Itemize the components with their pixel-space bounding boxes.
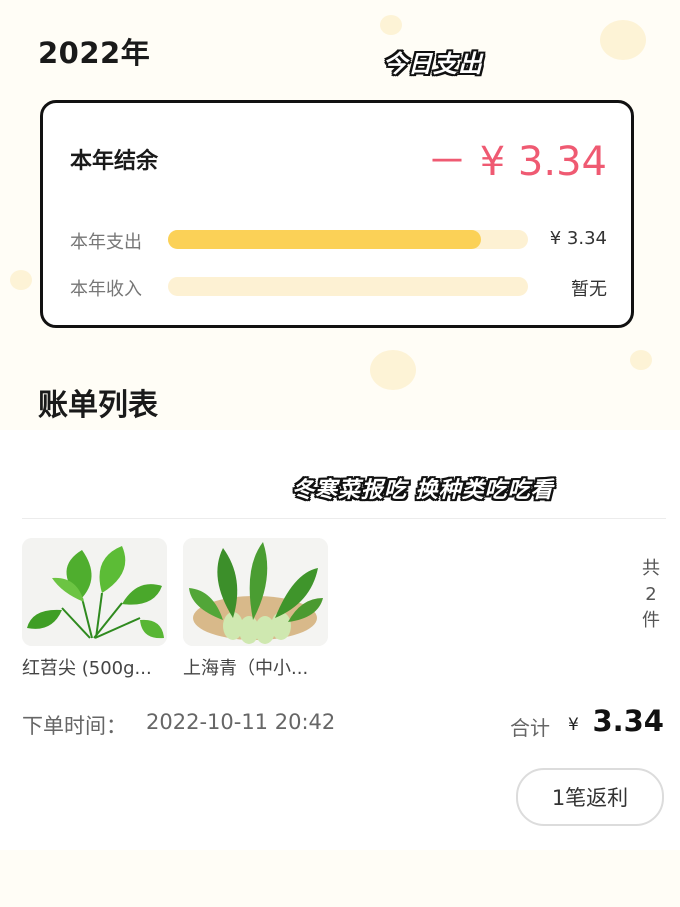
- paw-decoration: [380, 15, 402, 35]
- balance-value: － ¥ 3.34: [427, 139, 607, 185]
- balance-label: 本年结余: [70, 149, 159, 174]
- total-amount: 3.34: [592, 704, 664, 738]
- bok-choy-icon: [183, 538, 328, 646]
- product-name: 上海青（中小...: [183, 658, 309, 679]
- product-thumbnail[interactable]: [22, 538, 167, 646]
- product-name: 红苕尖 (500g...: [22, 658, 152, 679]
- paw-decoration: [630, 350, 652, 370]
- rebate-button[interactable]: 1笔返利: [516, 768, 664, 826]
- item-count-prefix: 共: [642, 558, 660, 579]
- item-count-number: 2: [645, 584, 657, 605]
- income-bar-track: [168, 277, 528, 296]
- item-count-suffix: 件: [642, 610, 660, 631]
- total-label: 合计: [510, 716, 550, 740]
- total-currency: ¥: [568, 715, 579, 735]
- leafy-greens-icon: [22, 538, 167, 646]
- order-card[interactable]: 冬寒菜报吃 换种类吃吃看 红苕尖 (500g... 上海青（中小... 共 2 …: [0, 430, 680, 850]
- paw-decoration: [370, 350, 416, 390]
- item-count: 共 2 件: [636, 556, 666, 634]
- sticker-today-expense: 今日支出: [383, 50, 483, 78]
- year-summary-card: 本年结余 － ¥ 3.34 本年支出 ¥ 3.34 本年收入 暂无: [40, 100, 634, 328]
- bill-list-title: 账单列表: [38, 388, 158, 423]
- divider: [22, 518, 666, 519]
- expense-label: 本年支出: [70, 232, 142, 253]
- sticker-promo: 冬寒菜报吃 换种类吃吃看: [292, 478, 554, 503]
- product-thumbnail[interactable]: [183, 538, 328, 646]
- income-row: 本年收入 暂无: [70, 274, 607, 300]
- income-value: 暂无: [571, 279, 607, 300]
- expense-value: ¥ 3.34: [549, 228, 607, 249]
- order-time-label: 下单时间：: [22, 714, 127, 738]
- year-title: 2022年: [38, 36, 151, 70]
- paw-decoration: [600, 20, 646, 60]
- income-label: 本年收入: [70, 279, 142, 300]
- expense-row: 本年支出 ¥ 3.34: [70, 227, 607, 253]
- paw-decoration: [10, 270, 32, 290]
- order-time: 2022-10-11 20:42: [146, 710, 336, 734]
- expense-bar-fill: [168, 230, 481, 249]
